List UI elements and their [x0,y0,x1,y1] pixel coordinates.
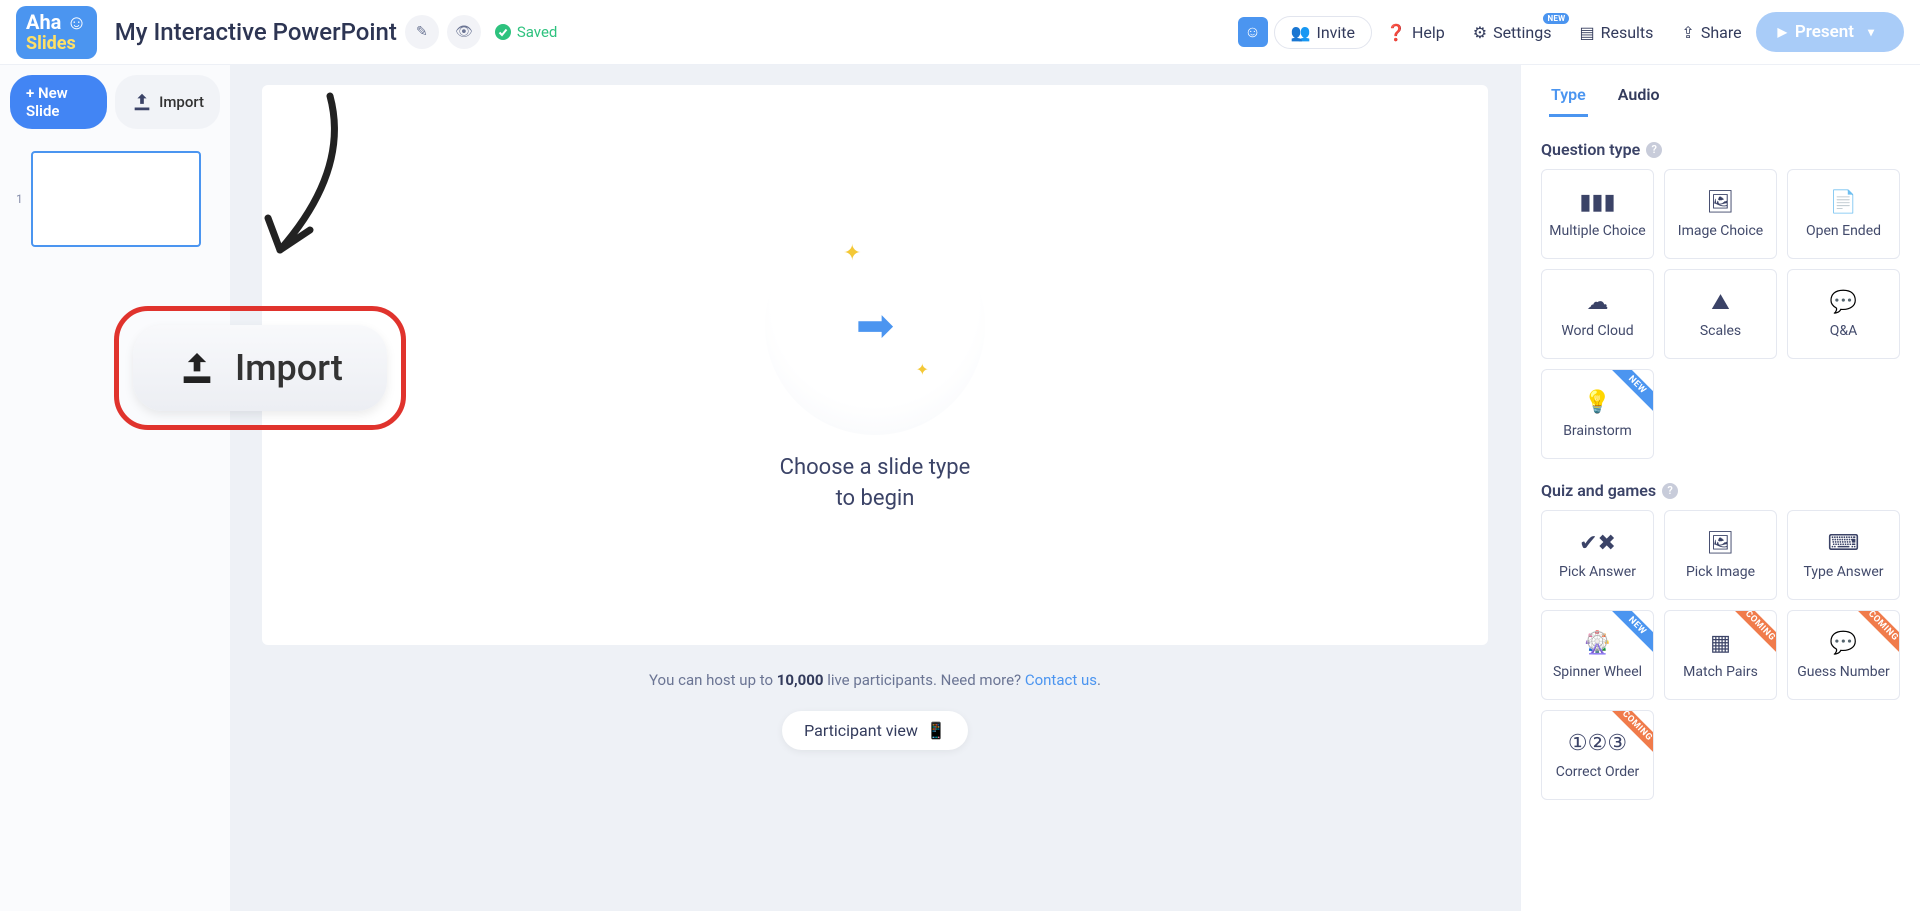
presentation-title[interactable]: My Interactive PowerPoint [115,18,397,46]
slide-index: 1 [16,192,23,206]
type-image-choice[interactable]: 🖼Image Choice [1664,169,1777,259]
contact-us-link[interactable]: Contact us [1025,671,1097,689]
coming-ribbon: COMING [1730,610,1777,656]
type-pick-answer[interactable]: ✔✖Pick Answer [1541,510,1654,600]
bar-chart-icon: ▮▮▮ [1579,190,1615,215]
text-icon: 📄 [1830,190,1857,215]
annotation-import-highlight: Import [114,306,406,430]
participants-hint: You can host up to 10,000 live participa… [262,671,1488,689]
help-button[interactable]: ❓ Help [1372,15,1459,50]
question-type-heading: Question type ? [1541,140,1900,159]
wheel-icon: 🎡 [1584,631,1611,656]
type-open-ended[interactable]: 📄Open Ended [1787,169,1900,259]
match-icon: ▦ [1710,631,1731,656]
mobile-icon: 📱 [926,721,946,740]
invite-button[interactable]: 👥 Invite [1274,16,1372,49]
logo[interactable]: Aha ☺ Slides [16,6,97,59]
upload-icon [131,91,153,113]
tab-audio[interactable]: Audio [1616,75,1662,117]
share-icon: ⇪ [1681,23,1694,42]
type-qa[interactable]: 💬Q&A [1787,269,1900,359]
help-icon: ❓ [1386,23,1406,42]
number-icon: 💬 [1830,631,1857,656]
type-word-cloud[interactable]: ☁Word Cloud [1541,269,1654,359]
image-icon: 🖼 [1707,531,1735,556]
results-icon: ▤ [1579,23,1594,42]
image-icon: 🖼 [1707,190,1735,215]
order-icon: ①②③ [1568,731,1627,756]
empty-state-text: Choose a slide type to begin [780,453,971,515]
participant-view-button[interactable]: Participant view 📱 [782,711,968,750]
new-ribbon: NEW [1607,610,1654,656]
type-guess-number[interactable]: 💬Guess NumberCOMING [1787,610,1900,700]
coming-ribbon: COMING [1853,610,1900,656]
help-icon[interactable]: ? [1662,483,1678,499]
share-button[interactable]: ⇪ Share [1667,15,1755,50]
settings-button[interactable]: ⚙ Settings NEW [1459,15,1566,50]
arrow-right-icon: ➡ [856,298,895,353]
preview-icon[interactable]: 👁 [447,15,481,49]
mountain-icon: ⛰ [1711,290,1729,315]
results-button[interactable]: ▤ Results [1565,15,1667,50]
new-ribbon: NEW [1607,369,1654,415]
upload-icon [177,348,217,388]
check-x-icon: ✔✖ [1579,531,1616,556]
type-correct-order[interactable]: ①②③Correct OrderCOMING [1541,710,1654,800]
type-spinner-wheel[interactable]: 🎡Spinner WheelNEW [1541,610,1654,700]
type-match-pairs[interactable]: ▦Match PairsCOMING [1664,610,1777,700]
quiz-games-heading: Quiz and games ? [1541,481,1900,500]
gear-icon: ⚙ [1473,23,1487,42]
empty-state-illustration: ✦ ➡ ✦ [765,215,985,435]
edit-title-icon[interactable]: ✎ [405,15,439,49]
type-brainstorm[interactable]: 💡BrainstormNEW [1541,369,1654,459]
sparkle-icon: ✦ [916,360,929,379]
tab-type[interactable]: Type [1549,75,1588,117]
new-slide-button[interactable]: + New Slide [10,75,107,129]
saved-status: Saved [495,23,558,41]
import-button-large[interactable]: Import [133,325,387,411]
slide-canvas: ✦ ➡ ✦ Choose a slide type to begin [262,85,1488,645]
slide-thumbnail[interactable] [31,151,201,247]
sparkle-icon: ✦ [843,241,861,266]
type-multiple-choice[interactable]: ▮▮▮Multiple Choice [1541,169,1654,259]
chat-question-icon: 💬 [1830,290,1857,315]
invite-icon: 👥 [1291,23,1311,42]
annotation-arrow [250,90,350,270]
type-pick-image[interactable]: 🖼Pick Image [1664,510,1777,600]
user-avatar-icon[interactable]: ☺ [1238,17,1268,47]
type-type-answer[interactable]: ⌨Type Answer [1787,510,1900,600]
keyboard-icon: ⌨ [1828,531,1860,556]
cloud-icon: ☁ [1587,290,1609,315]
type-scales[interactable]: ⛰Scales [1664,269,1777,359]
help-icon[interactable]: ? [1646,142,1662,158]
present-button[interactable]: Present [1756,12,1904,52]
lightbulb-icon: 💡 [1584,390,1611,415]
import-button[interactable]: Import [115,75,220,129]
